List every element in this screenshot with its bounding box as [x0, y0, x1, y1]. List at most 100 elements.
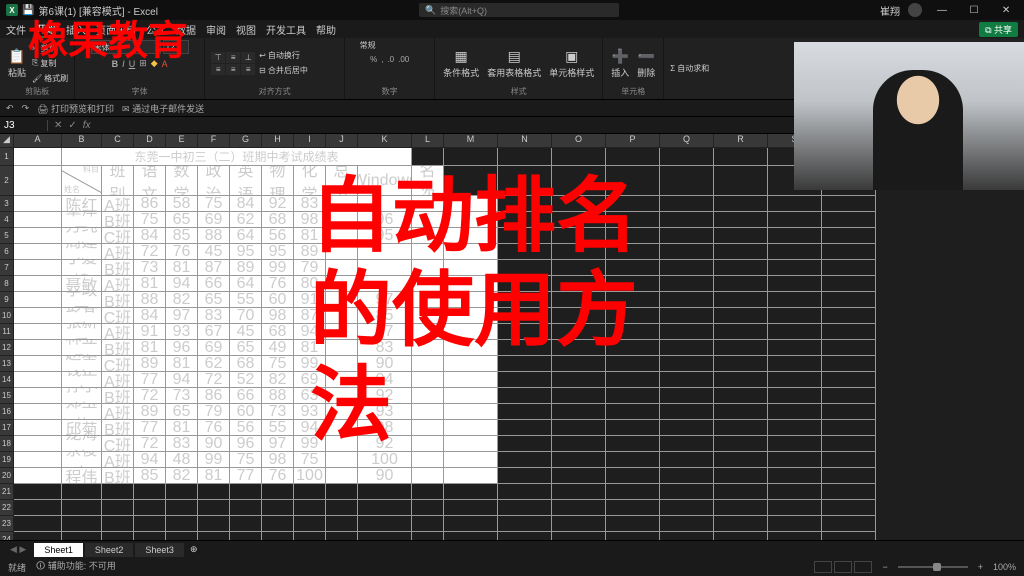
cell[interactable]: 68	[262, 324, 294, 340]
wrap-button[interactable]: ↩自动换行	[259, 49, 308, 63]
cell[interactable]: 96	[230, 436, 262, 452]
zoom-slider[interactable]	[898, 566, 968, 568]
cell[interactable]: 100	[294, 468, 326, 484]
paste-button[interactable]: 📋 粘贴	[6, 45, 28, 81]
cell[interactable]: 72	[134, 244, 166, 260]
cell[interactable]: 98	[262, 452, 294, 468]
col-header[interactable]: Q	[660, 134, 714, 148]
sheet-tab-Sheet3[interactable]: Sheet3	[135, 543, 184, 557]
cell[interactable]: 82	[262, 372, 294, 388]
align-mid[interactable]: ≡	[226, 52, 240, 63]
cell[interactable]: 49	[262, 340, 294, 356]
cell[interactable]: 88	[198, 228, 230, 244]
name-box[interactable]: J3	[0, 120, 48, 131]
cell[interactable]: 90	[198, 436, 230, 452]
cell[interactable]: 69	[198, 340, 230, 356]
cell[interactable]	[444, 468, 498, 484]
cell[interactable]: 94	[166, 372, 198, 388]
align-top[interactable]: ⊤	[211, 52, 225, 63]
cell[interactable]: 73	[134, 260, 166, 276]
print-preview-button[interactable]: 🖨 打印预览和打印	[37, 102, 114, 115]
cell[interactable]: 75	[262, 356, 294, 372]
cell[interactable]: 70	[230, 308, 262, 324]
search-input[interactable]: 🔍 搜索(Alt+Q)	[419, 3, 619, 17]
cell[interactable]: 62	[230, 212, 262, 228]
cell[interactable]: 82	[166, 468, 198, 484]
cell[interactable]: 45	[198, 244, 230, 260]
cell[interactable]	[412, 452, 444, 468]
col-header[interactable]: F	[198, 134, 230, 148]
delete-button[interactable]: ➖删除	[635, 45, 657, 81]
cell[interactable]: 82	[166, 292, 198, 308]
col-header[interactable]: L	[412, 134, 444, 148]
sheet-tab-Sheet2[interactable]: Sheet2	[85, 543, 134, 557]
cell[interactable]: 77	[134, 420, 166, 436]
cell[interactable]: 77	[134, 372, 166, 388]
cell[interactable]	[444, 452, 498, 468]
fx-button[interactable]: fx	[83, 120, 91, 131]
cell[interactable]: 76	[262, 276, 294, 292]
cell[interactable]: 96	[166, 340, 198, 356]
cell[interactable]: 55	[262, 420, 294, 436]
cell[interactable]: 65	[198, 292, 230, 308]
cell[interactable]: 81	[198, 468, 230, 484]
cell[interactable]: 55	[230, 292, 262, 308]
cell[interactable]: 88	[134, 292, 166, 308]
menu-视图[interactable]: 视图	[236, 22, 256, 37]
align-bot[interactable]: ⊥	[241, 52, 255, 63]
cell[interactable]: 83	[166, 436, 198, 452]
cell[interactable]: 81	[166, 260, 198, 276]
dec-decimal[interactable]: .00	[398, 55, 409, 64]
cell[interactable]: 97	[166, 308, 198, 324]
cell[interactable]: 58	[166, 196, 198, 212]
currency-button[interactable]: %	[370, 55, 377, 64]
cell[interactable]: 93	[166, 324, 198, 340]
cell[interactable]: 85	[166, 228, 198, 244]
col-header[interactable]: M	[444, 134, 498, 148]
share-button[interactable]: ⧉ 共享	[979, 22, 1018, 37]
email-button[interactable]: ✉ 通过电子邮件发送	[122, 102, 204, 115]
cell[interactable]	[326, 468, 358, 484]
cell[interactable]: 65	[230, 340, 262, 356]
col-header[interactable]: J	[326, 134, 358, 148]
cell[interactable]: 98	[262, 308, 294, 324]
cell[interactable]: 84	[230, 196, 262, 212]
col-header[interactable]: G	[230, 134, 262, 148]
cell[interactable]: 56	[230, 420, 262, 436]
menu-开发工具[interactable]: 开发工具	[266, 22, 306, 37]
cell[interactable]	[412, 468, 444, 484]
cell[interactable]: 81	[166, 420, 198, 436]
cancel-formula[interactable]: ✕	[54, 120, 62, 131]
number-format-select[interactable]: 常规	[360, 40, 420, 51]
cell[interactable]: 99	[198, 452, 230, 468]
cell[interactable]: 73	[166, 388, 198, 404]
cell[interactable]: 84	[134, 228, 166, 244]
sheet-title[interactable]: 东莞一中初三（二）班期中考试成绩表	[62, 148, 412, 166]
cell[interactable]: 81	[166, 356, 198, 372]
cell[interactable]: 76	[262, 468, 294, 484]
painter-button[interactable]: 🖌格式刷	[32, 71, 68, 85]
cell[interactable]: 75	[294, 452, 326, 468]
cell[interactable]: 73	[262, 404, 294, 420]
cell[interactable]: 90	[358, 468, 412, 484]
select-all[interactable]: ◢	[0, 134, 14, 148]
cell[interactable]: 66	[198, 276, 230, 292]
col-header[interactable]: A	[14, 134, 62, 148]
cell[interactable]: 65	[166, 404, 198, 420]
col-header[interactable]: C	[102, 134, 134, 148]
menu-文件[interactable]: 文件	[6, 22, 26, 37]
inc-decimal[interactable]: .0	[387, 55, 394, 64]
cell[interactable]: 81	[134, 340, 166, 356]
cell[interactable]: 48	[166, 452, 198, 468]
cell[interactable]: 81	[134, 276, 166, 292]
cell[interactable]: 79	[198, 404, 230, 420]
cell[interactable]: 87	[198, 260, 230, 276]
cell[interactable]: 65	[166, 212, 198, 228]
view-break[interactable]	[854, 561, 872, 573]
zoom-out[interactable]: −	[882, 562, 887, 572]
cell[interactable]: 97	[262, 436, 294, 452]
cell[interactable]: 72	[198, 372, 230, 388]
cell[interactable]: 68	[230, 356, 262, 372]
redo-button[interactable]: ↷	[22, 103, 30, 114]
view-layout[interactable]	[834, 561, 852, 573]
